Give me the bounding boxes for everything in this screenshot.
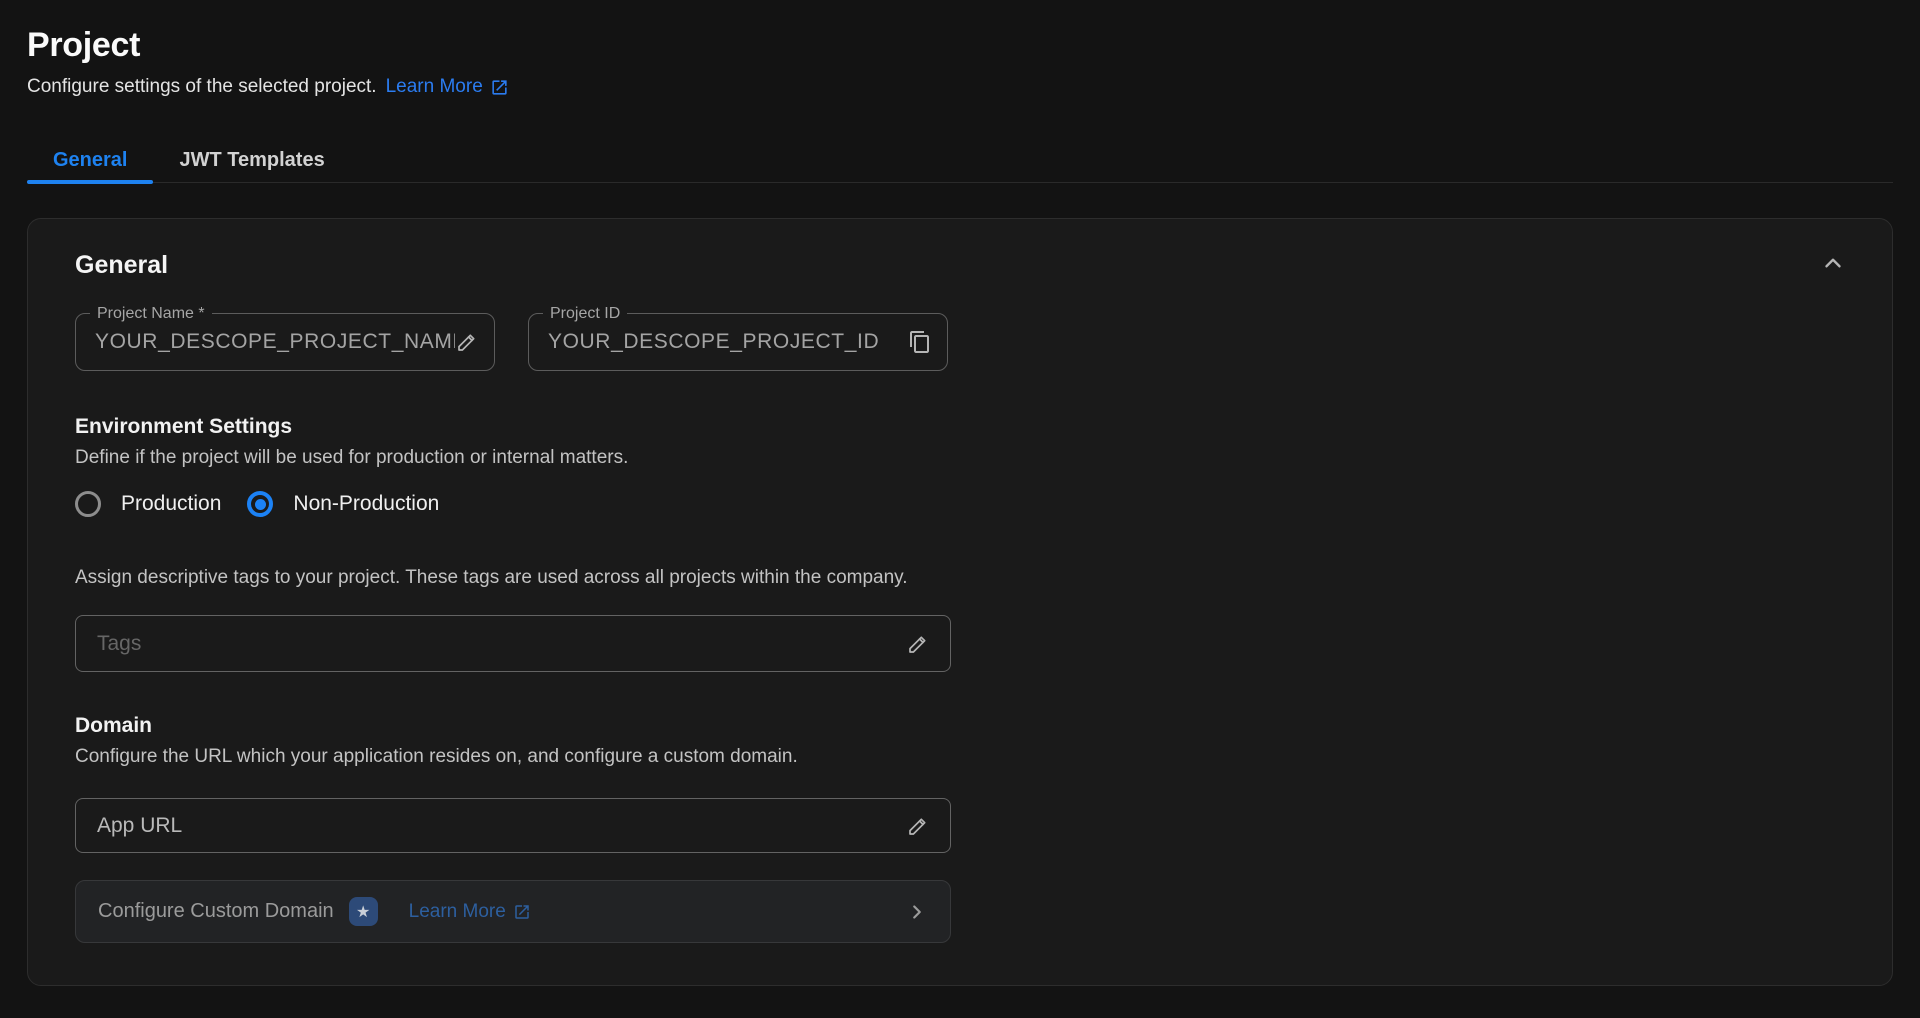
- edit-icon[interactable]: [455, 330, 479, 354]
- page-title: Project: [27, 26, 1893, 65]
- domain-heading: Domain: [75, 714, 1845, 738]
- tab-general[interactable]: General: [27, 138, 153, 182]
- tab-jwt-templates[interactable]: JWT Templates: [153, 138, 350, 182]
- chevron-right-icon: [906, 901, 928, 923]
- chevron-up-icon: [1820, 250, 1846, 276]
- environment-settings-heading: Environment Settings: [75, 415, 1845, 439]
- custom-domain-learn-more-link[interactable]: Learn More: [409, 901, 531, 923]
- radio-production-label: Production: [121, 492, 221, 516]
- radio-non-production-label: Non-Production: [293, 492, 439, 516]
- radio-selected-icon: [247, 491, 273, 517]
- radio-unselected-icon: [75, 491, 101, 517]
- general-settings-card: General Project Name * YOUR_DESCOPE_PROJ…: [27, 218, 1893, 986]
- project-name-field[interactable]: Project Name * YOUR_DESCOPE_PROJECT_NAME: [75, 313, 495, 371]
- star-icon: ★: [356, 902, 370, 922]
- radio-non-production[interactable]: Non-Production: [247, 491, 439, 517]
- app-url-placeholder: App URL: [97, 814, 906, 838]
- project-settings-page: Project Configure settings of the select…: [0, 0, 1920, 986]
- learn-more-label: Learn More: [386, 76, 483, 98]
- project-id-value: YOUR_DESCOPE_PROJECT_ID: [548, 330, 908, 354]
- collapse-section-button[interactable]: [1818, 249, 1848, 279]
- premium-star-badge: ★: [349, 897, 378, 926]
- tab-bar: General JWT Templates: [27, 138, 1893, 183]
- environment-settings-description: Define if the project will be used for p…: [75, 447, 1845, 469]
- project-id-label: Project ID: [543, 305, 627, 323]
- domain-description: Configure the URL which your application…: [75, 746, 1845, 768]
- edit-icon[interactable]: [906, 632, 930, 656]
- external-link-icon: [490, 78, 509, 97]
- learn-more-link[interactable]: Learn More: [386, 76, 509, 98]
- tags-description: Assign descriptive tags to your project.…: [75, 567, 1845, 589]
- external-link-icon: [513, 903, 531, 921]
- custom-domain-label: Configure Custom Domain: [98, 900, 334, 923]
- project-name-value: YOUR_DESCOPE_PROJECT_NAME: [95, 330, 455, 354]
- project-name-label: Project Name *: [90, 305, 212, 323]
- page-subtitle-row: Configure settings of the selected proje…: [27, 76, 1893, 98]
- project-id-field: Project ID YOUR_DESCOPE_PROJECT_ID: [528, 313, 948, 371]
- page-subtitle: Configure settings of the selected proje…: [27, 76, 377, 98]
- card-title: General: [75, 251, 1845, 280]
- tags-input[interactable]: Tags: [75, 615, 951, 672]
- tags-placeholder: Tags: [97, 632, 906, 656]
- environment-radio-group: Production Non-Production: [75, 491, 1845, 517]
- project-fields-row: Project Name * YOUR_DESCOPE_PROJECT_NAME…: [75, 313, 1845, 371]
- configure-custom-domain-button[interactable]: Configure Custom Domain ★ Learn More: [75, 880, 951, 943]
- copy-icon[interactable]: [908, 330, 932, 354]
- edit-icon[interactable]: [906, 814, 930, 838]
- radio-production[interactable]: Production: [75, 491, 221, 517]
- app-url-input[interactable]: App URL: [75, 798, 951, 853]
- custom-domain-learn-more-label: Learn More: [409, 901, 506, 923]
